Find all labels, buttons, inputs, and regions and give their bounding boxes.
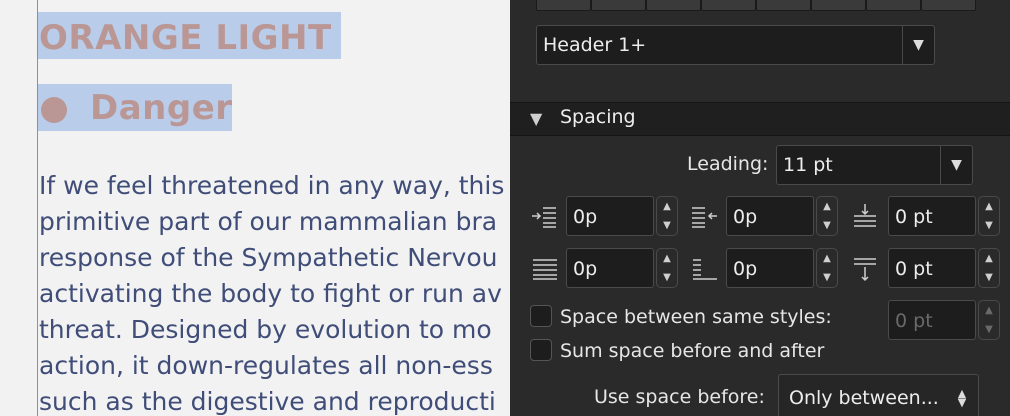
left-indent-icon: [532, 207, 556, 228]
use-space-before-value: Only between...: [789, 387, 939, 409]
leading-value: 11 pt: [783, 154, 833, 176]
alignment-buttons: [536, 0, 976, 11]
space-between-checkbox[interactable]: [530, 305, 552, 327]
stepper-up-icon[interactable]: ▲: [817, 197, 837, 216]
left-indent-stepper[interactable]: ▲ ▼: [656, 196, 678, 236]
document-canvas[interactable]: ORANGE LIGHT Danger If we feel threatene…: [0, 0, 520, 416]
leading-label: Leading:: [687, 153, 769, 175]
stepper-down-icon[interactable]: ▼: [657, 216, 677, 235]
left-indent-field[interactable]: 0p: [566, 196, 654, 236]
last-line-indent-field[interactable]: 0p: [726, 248, 814, 288]
align-button[interactable]: [811, 0, 866, 11]
chevron-down-icon: ▼: [902, 26, 934, 64]
space-before-field[interactable]: 0 pt: [888, 196, 976, 236]
subheading-text[interactable]: Danger: [90, 88, 233, 128]
text-frame-edge: [37, 0, 38, 416]
body-line: threat. Designed by evolution to mo: [39, 315, 492, 344]
right-indent-stepper[interactable]: ▲ ▼: [816, 196, 838, 236]
heading-text[interactable]: ORANGE LIGHT: [39, 18, 332, 58]
right-indent-icon: [692, 207, 717, 228]
body-line: If we feel threatened in any way, this: [39, 171, 505, 200]
first-line-indent-field[interactable]: 0p: [566, 248, 654, 288]
stepper-up-icon[interactable]: ▲: [657, 249, 677, 268]
stepper-down-icon[interactable]: ▼: [817, 216, 837, 235]
space-between-stepper: ▲ ▼: [978, 300, 1000, 340]
first-line-indent-value: 0p: [573, 258, 598, 280]
align-button[interactable]: [591, 0, 646, 11]
first-line-indent-icon: [533, 259, 557, 280]
body-line: activating the body to fight or run av: [39, 279, 502, 308]
stepper-down-icon: ▼: [985, 324, 993, 335]
stepper-up-icon[interactable]: ▲: [657, 197, 677, 216]
space-after-field[interactable]: 0 pt: [888, 248, 976, 288]
space-between-label: Space between same styles:: [560, 306, 832, 328]
up-down-chevron-icon: ▲ ▼: [957, 387, 967, 409]
first-line-indent-stepper[interactable]: ▲ ▼: [656, 248, 678, 288]
space-after-value: 0 pt: [895, 258, 933, 280]
align-button[interactable]: [536, 0, 591, 11]
paragraph-style-value: Header 1+: [543, 34, 647, 56]
stepper-up-icon[interactable]: ▲: [979, 249, 999, 268]
body-paragraph[interactable]: If we feel threatened in any way, this p…: [39, 168, 520, 416]
stepper-down-icon[interactable]: ▼: [657, 268, 677, 287]
space-after-stepper[interactable]: ▲ ▼: [978, 248, 1000, 288]
left-indent-value: 0p: [573, 206, 598, 228]
stepper-down-icon[interactable]: ▼: [979, 216, 999, 235]
space-between-value: 0 pt: [895, 310, 933, 332]
last-line-indent-value: 0p: [733, 258, 758, 280]
stepper-up-icon: ▲: [985, 305, 993, 316]
space-before-stepper[interactable]: ▲ ▼: [978, 196, 1000, 236]
space-before-value: 0 pt: [895, 206, 933, 228]
paragraph-style-select[interactable]: Header 1+ ▼: [536, 25, 935, 65]
spacing-section-header[interactable]: ▼ Spacing: [510, 102, 1010, 136]
leading-select[interactable]: 11 pt ▼: [776, 145, 973, 185]
align-button[interactable]: [866, 0, 921, 11]
chevron-down-icon: ▼: [940, 146, 972, 184]
paragraph-panel: Header 1+ ▼ ▼ Spacing Leading: 11 pt ▼ 0…: [510, 0, 1010, 416]
last-line-indent-icon: [693, 259, 717, 280]
body-line: response of the Sympathetic Nervou: [39, 243, 498, 272]
right-indent-field[interactable]: 0p: [726, 196, 814, 236]
stepper-up-icon[interactable]: ▲: [979, 197, 999, 216]
sum-space-label: Sum space before and after: [560, 340, 825, 362]
disclosure-triangle-icon: ▼: [530, 109, 543, 128]
sum-space-checkbox[interactable]: [530, 339, 552, 361]
bullet-icon: [41, 97, 67, 123]
space-after-icon: [854, 258, 876, 282]
stepper-down-icon[interactable]: ▼: [979, 268, 999, 287]
align-button[interactable]: [921, 0, 976, 11]
right-indent-value: 0p: [733, 206, 758, 228]
align-button[interactable]: [701, 0, 756, 11]
align-button[interactable]: [646, 0, 701, 11]
align-button[interactable]: [756, 0, 811, 11]
use-space-before-select[interactable]: Only between... ▲ ▼: [778, 374, 979, 416]
body-line: primitive part of our mammalian bra: [39, 207, 498, 236]
stepper-down-icon[interactable]: ▼: [817, 268, 837, 287]
body-line: action, it down-regulates all non-ess: [39, 351, 493, 380]
use-space-before-label: Use space before:: [594, 386, 765, 408]
last-line-indent-stepper[interactable]: ▲ ▼: [816, 248, 838, 288]
stepper-up-icon[interactable]: ▲: [817, 249, 837, 268]
space-before-icon: [854, 204, 876, 227]
space-between-field: 0 pt: [888, 300, 976, 340]
body-line: such as the digestive and reproducti: [39, 387, 496, 416]
spacing-section-label: Spacing: [560, 106, 636, 128]
